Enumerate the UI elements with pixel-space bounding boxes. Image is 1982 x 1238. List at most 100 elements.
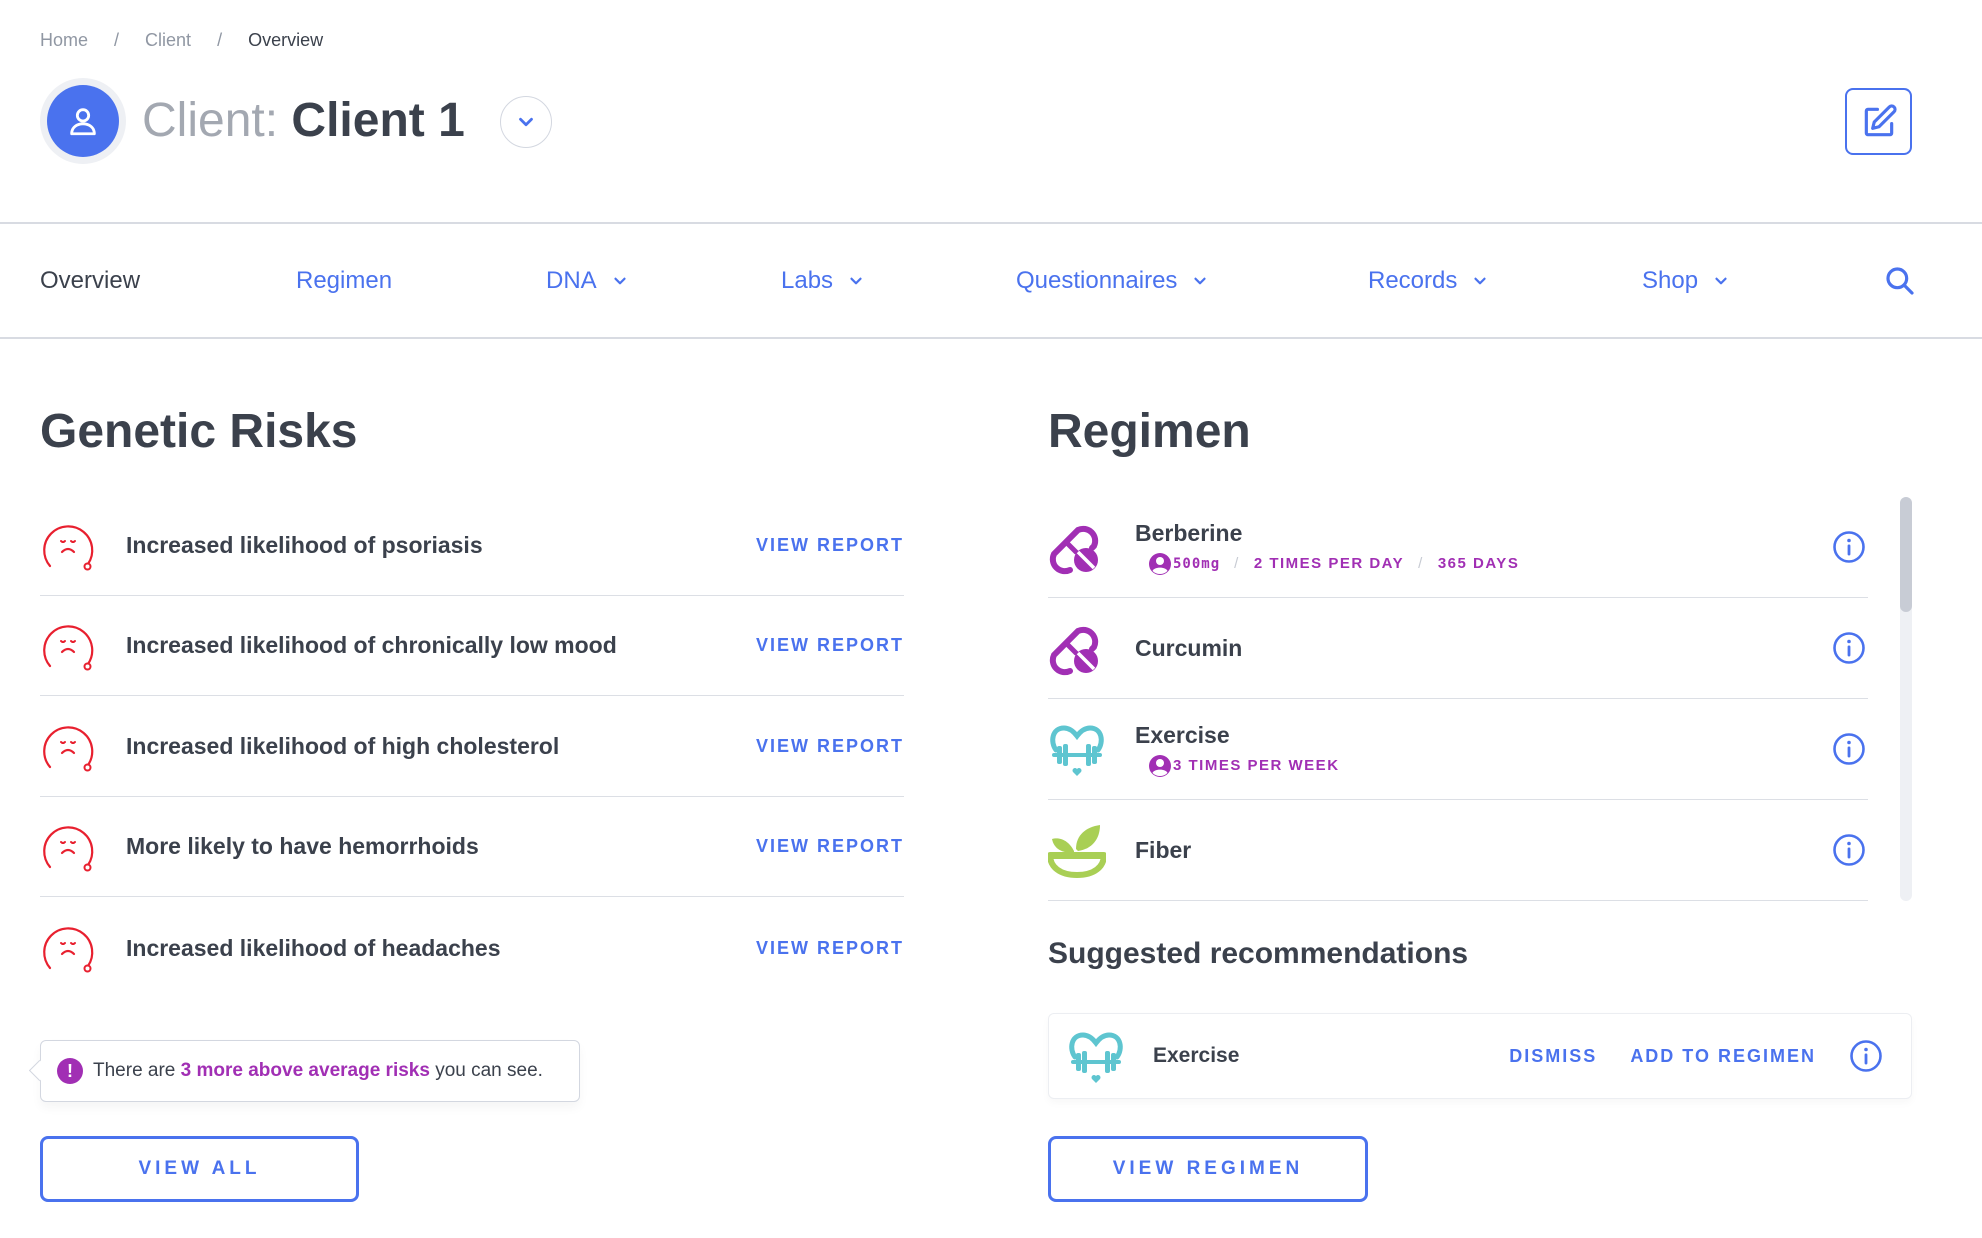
person-icon <box>1149 754 1171 777</box>
risk-row: Increased likelihood of psoriasis VIEW R… <box>40 496 904 596</box>
info-icon[interactable] <box>1832 631 1866 665</box>
tab-label: Questionnaires <box>1016 267 1178 294</box>
regimen-text: Berberine 500mg / 2 TIMES PER DAY / 365 DAYS <box>1135 520 1832 575</box>
chevron-down-icon <box>1471 272 1489 290</box>
add-to-regimen-button[interactable]: ADD TO REGIMEN <box>1630 1046 1816 1067</box>
avatar-circle <box>47 85 119 157</box>
user-icon <box>70 108 96 136</box>
genetic-risks-heading: Genetic Risks <box>40 405 358 458</box>
tab-labs[interactable]: Labs <box>781 224 865 338</box>
info-icon[interactable] <box>1832 530 1866 564</box>
risk-label: Increased likelihood of psoriasis <box>126 532 483 558</box>
leaf-bowl-icon <box>1048 821 1107 879</box>
client-switcher-button[interactable] <box>500 96 552 148</box>
search-icon <box>1886 267 1914 295</box>
regimen-meta: 500mg / 2 TIMES PER DAY / 365 DAYS <box>1149 552 1832 575</box>
view-report-link[interactable]: VIEW REPORT <box>756 836 904 857</box>
avatar <box>40 78 126 164</box>
sad-gauge-icon <box>40 719 96 775</box>
regimen-meta: 3 TIMES PER WEEK <box>1149 754 1832 777</box>
meta-separator: / <box>1234 555 1240 572</box>
heart-dumbbell-icon <box>1048 720 1106 778</box>
nav-divider-bottom <box>0 337 1982 339</box>
chevron-down-icon <box>1712 272 1730 290</box>
tab-dna[interactable]: DNA <box>546 224 629 338</box>
risk-label: More likely to have hemorrhoids <box>126 833 479 859</box>
main-nav: Overview Regimen DNA Labs Questionnaires… <box>0 224 1982 338</box>
view-report-link[interactable]: VIEW REPORT <box>756 736 904 757</box>
regimen-meta-value: 365 DAYS <box>1437 555 1520 572</box>
tab-label: Labs <box>781 267 834 294</box>
edit-client-button[interactable] <box>1845 88 1912 155</box>
regimen-scrollbar-thumb[interactable] <box>1900 497 1912 612</box>
breadcrumb: Home / Client / Overview <box>40 30 323 51</box>
sad-gauge-icon <box>40 920 96 976</box>
search-button[interactable] <box>1884 224 1916 338</box>
heart-dumbbell-icon <box>1067 1027 1125 1085</box>
tab-label: Shop <box>1642 267 1699 294</box>
chevron-down-icon <box>847 272 865 290</box>
regimen-text: Exercise 3 TIMES PER WEEK <box>1135 722 1832 777</box>
view-regimen-button[interactable]: VIEW REGIMEN <box>1048 1136 1368 1202</box>
breadcrumb-home[interactable]: Home <box>40 30 88 51</box>
risk-label: Increased likelihood of headaches <box>126 934 501 961</box>
sad-gauge-icon <box>40 618 96 674</box>
risk-row: More likely to have hemorrhoids VIEW REP… <box>40 797 904 897</box>
regimen-name: Fiber <box>1135 836 1192 863</box>
breadcrumb-current: Overview <box>248 30 324 50</box>
risk-row: Increased likelihood of high cholesterol… <box>40 697 904 797</box>
edit-icon <box>1864 103 1897 136</box>
view-report-link[interactable]: VIEW REPORT <box>756 938 904 959</box>
info-icon[interactable] <box>1849 1039 1883 1073</box>
suggested-heading: Suggested recommendations <box>1048 937 1469 970</box>
regimen-meta-value: 3 TIMES PER WEEK <box>1173 757 1340 774</box>
tab-regimen[interactable]: Regimen <box>296 224 392 338</box>
chevron-down-icon <box>1191 272 1209 290</box>
tooltip-prefix: There are <box>93 1060 181 1081</box>
regimen-row: Curcumin <box>1048 598 1868 699</box>
breadcrumb-separator: / <box>114 30 120 50</box>
tab-label: Overview <box>40 267 141 294</box>
meta-separator: / <box>1418 555 1424 572</box>
tab-label: DNA <box>546 267 597 294</box>
chevron-down-icon <box>519 117 533 127</box>
alert-icon: ! <box>57 1058 83 1084</box>
tab-questionnaires[interactable]: Questionnaires <box>1016 224 1209 338</box>
risk-label: Increased likelihood of chronically low … <box>126 632 617 658</box>
regimen-row: Fiber <box>1048 800 1868 901</box>
view-report-link[interactable]: VIEW REPORT <box>756 635 904 656</box>
tab-label: Regimen <box>296 267 393 294</box>
tab-overview[interactable]: Overview <box>40 224 140 338</box>
risk-row: Increased likelihood of chronically low … <box>40 596 904 696</box>
view-all-button[interactable]: VIEW ALL <box>40 1136 359 1202</box>
regimen-text: Fiber <box>1135 837 1832 864</box>
tooltip-text: There are 3 more above average risks you… <box>93 1060 543 1082</box>
page-title: Client: Client 1 <box>142 88 465 154</box>
tab-records[interactable]: Records <box>1368 224 1489 338</box>
tooltip-highlight[interactable]: 3 more above average risks <box>181 1060 430 1081</box>
regimen-meta-value: 2 TIMES PER DAY <box>1253 555 1405 572</box>
regimen-name: Berberine <box>1135 519 1243 546</box>
dismiss-button[interactable]: DISMISS <box>1509 1046 1597 1067</box>
regimen-list[interactable]: Berberine 500mg / 2 TIMES PER DAY / 365 DAYS… <box>1048 497 1868 901</box>
more-risks-tooltip: ! There are 3 more above average risks y… <box>40 1040 580 1102</box>
pill-icon <box>1048 518 1106 576</box>
risk-label: Increased likelihood of high cholesterol <box>126 733 560 759</box>
breadcrumb-separator: / <box>217 30 223 50</box>
suggestion-name: Exercise <box>1153 1044 1240 1067</box>
regimen-text: Curcumin <box>1135 635 1832 662</box>
breadcrumb-client[interactable]: Client <box>145 30 191 51</box>
view-report-link[interactable]: VIEW REPORT <box>756 535 904 556</box>
person-icon <box>1149 552 1171 575</box>
info-icon[interactable] <box>1832 833 1866 867</box>
sad-gauge-icon <box>40 819 96 875</box>
tab-shop[interactable]: Shop <box>1642 224 1730 338</box>
regimen-meta-value: 500mg <box>1173 555 1221 572</box>
info-icon[interactable] <box>1832 732 1866 766</box>
client-name: Client 1 <box>291 94 465 147</box>
regimen-row: Berberine 500mg / 2 TIMES PER DAY / 365 DAYS <box>1048 497 1868 598</box>
suggested-recommendation-card: Exercise DISMISS ADD TO REGIMEN <box>1048 1013 1912 1099</box>
regimen-name: Exercise <box>1135 721 1230 748</box>
pill-icon <box>1048 619 1106 677</box>
regimen-row: Exercise 3 TIMES PER WEEK <box>1048 699 1868 800</box>
